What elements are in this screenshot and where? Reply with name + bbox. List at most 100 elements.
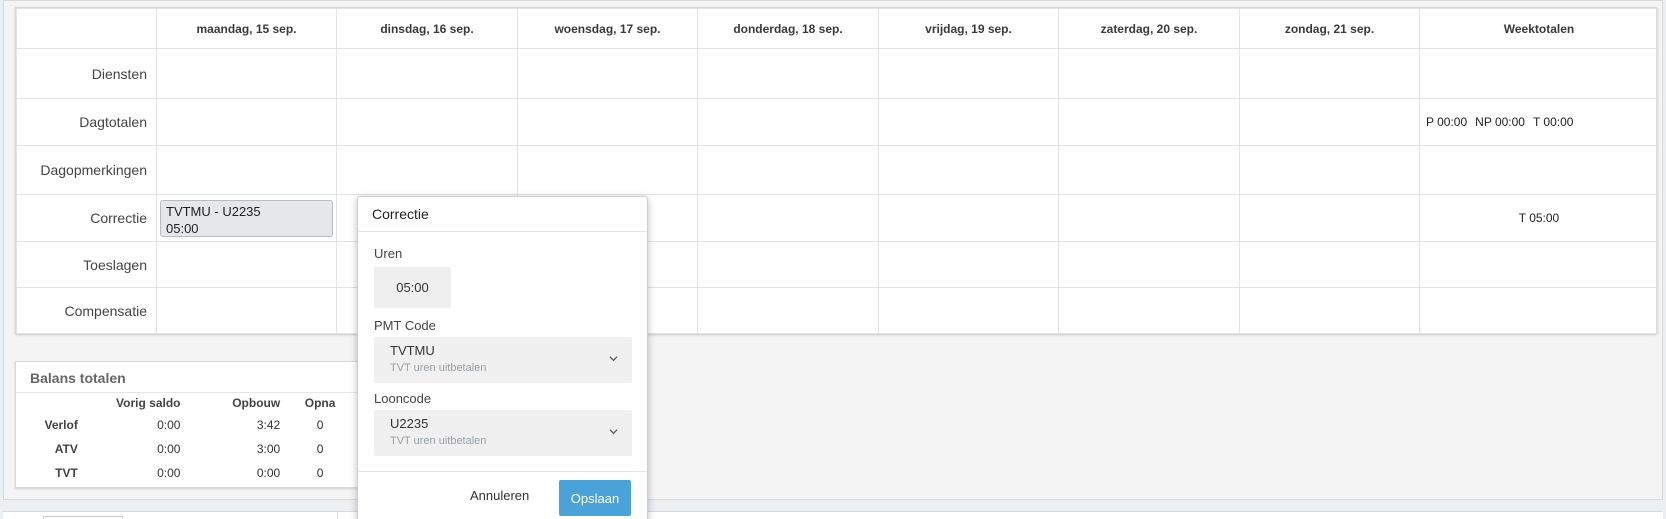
looncode-description: TVT uren uitbetalen bbox=[390, 435, 487, 447]
balance-row: Verlof 0:00 3:42 0 bbox=[16, 413, 360, 437]
bottom-panel-strip bbox=[3, 511, 1663, 519]
row-dagtotalen: Dagtotalen P 00:00 NP 00:00 T 00:00 bbox=[16, 98, 1659, 146]
save-button[interactable]: Opslaan bbox=[559, 480, 631, 516]
cell-correctie-thu[interactable] bbox=[697, 194, 879, 242]
correctie-week-total: T 05:00 bbox=[1419, 194, 1659, 242]
balance-corner bbox=[16, 393, 78, 413]
day-header-tue: dinsdag, 16 sep. bbox=[336, 8, 518, 49]
balance-title: Balans totalen bbox=[16, 362, 360, 393]
cell-dagtotalen-sun bbox=[1239, 98, 1420, 146]
popup-footer: Annuleren Opslaan bbox=[358, 471, 647, 519]
day-header-thu: donderdag, 18 sep. bbox=[697, 8, 879, 49]
row-label-dagopmerkingen: Dagopmerkingen bbox=[16, 145, 157, 195]
cell-dagtotalen-fri bbox=[878, 98, 1059, 146]
balance-vorig: 0:00 bbox=[157, 466, 181, 480]
cell-comp-week bbox=[1419, 287, 1659, 334]
balance-row-label: Verlof bbox=[44, 418, 78, 432]
balance-opname: 0 bbox=[316, 466, 324, 480]
bottom-divider bbox=[337, 512, 338, 519]
cell-diensten-sun[interactable] bbox=[1239, 48, 1420, 99]
balance-row-label: ATV bbox=[54, 442, 78, 456]
day-header-fri: vrijdag, 19 sep. bbox=[878, 8, 1059, 49]
day-header-wed: woensdag, 17 sep. bbox=[517, 8, 698, 49]
balance-opname: 0 bbox=[316, 418, 324, 432]
cell-correctie-fri[interactable] bbox=[878, 194, 1059, 242]
cell-comp-sun[interactable] bbox=[1239, 287, 1420, 334]
row-diensten: Diensten bbox=[16, 48, 1659, 99]
cell-diensten-fri[interactable] bbox=[878, 48, 1059, 99]
popup-title: Correctie bbox=[358, 197, 647, 232]
cell-comp-thu[interactable] bbox=[697, 287, 879, 334]
cancel-button[interactable]: Annuleren bbox=[470, 488, 529, 503]
row-label-diensten: Diensten bbox=[16, 48, 157, 99]
balance-opname: 0 bbox=[316, 442, 324, 456]
correction-popup: Correctie Uren 05:00 PMT Code TVTMU TVT … bbox=[357, 196, 648, 519]
looncode-value: U2235 bbox=[390, 416, 429, 431]
dagtotalen-week-totals: P 00:00 NP 00:00 T 00:00 bbox=[1419, 98, 1659, 146]
corner-cell bbox=[16, 8, 157, 49]
chevron-down-icon bbox=[609, 356, 618, 362]
balance-vorig: 0:00 bbox=[157, 418, 181, 432]
page-card: maandag, 15 sep. dinsdag, 16 sep. woensd… bbox=[3, 0, 1663, 500]
cell-dagtotalen-sat bbox=[1058, 98, 1240, 146]
row-label-toeslagen: Toeslagen bbox=[16, 241, 157, 288]
cell-toes-week bbox=[1419, 241, 1659, 288]
cell-correctie-sun[interactable] bbox=[1239, 194, 1420, 242]
cell-toes-sun[interactable] bbox=[1239, 241, 1420, 288]
cell-correctie-sat[interactable] bbox=[1058, 194, 1240, 242]
cell-comp-sat[interactable] bbox=[1058, 287, 1240, 334]
cell-toes-fri[interactable] bbox=[878, 241, 1059, 288]
correction-card[interactable]: TVTMU - U2235 05:00 bbox=[160, 199, 333, 237]
pmt-code-select[interactable]: TVTMU TVT uren uitbetalen bbox=[374, 337, 632, 383]
hours-label: Uren bbox=[374, 246, 403, 261]
balance-vorig: 0:00 bbox=[157, 442, 181, 456]
cell-dagopm-fri[interactable] bbox=[878, 145, 1059, 195]
cell-toes-thu[interactable] bbox=[697, 241, 879, 288]
cell-dagopm-tue[interactable] bbox=[336, 145, 518, 195]
balance-opbouw: 0:00 bbox=[256, 466, 281, 480]
looncode-label: Looncode bbox=[374, 391, 432, 406]
day-header-mon: maandag, 15 sep. bbox=[156, 8, 337, 49]
hours-input[interactable]: 05:00 bbox=[374, 267, 451, 308]
balance-totals-panel: Balans totalen Vorig saldo Opbouw Opna V… bbox=[15, 361, 361, 488]
week-total-p: P 00:00 bbox=[1426, 115, 1468, 129]
cell-diensten-wed[interactable] bbox=[517, 48, 698, 99]
cell-dagopm-week bbox=[1419, 145, 1659, 195]
cell-diensten-thu[interactable] bbox=[697, 48, 879, 99]
correction-card-hours: 05:00 bbox=[166, 220, 199, 236]
row-toeslagen: Toeslagen bbox=[16, 241, 1659, 288]
balance-opbouw: 3:00 bbox=[256, 442, 281, 456]
balance-row: TVT 0:00 0:00 0 bbox=[16, 461, 360, 485]
week-total-t: T 00:00 bbox=[1532, 115, 1574, 129]
cell-diensten-week bbox=[1419, 48, 1659, 99]
row-dagopmerkingen: Dagopmerkingen bbox=[16, 145, 1659, 195]
cell-comp-fri[interactable] bbox=[878, 287, 1059, 334]
cell-dagtotalen-wed bbox=[517, 98, 698, 146]
cell-dagopm-mon[interactable] bbox=[156, 145, 337, 195]
col-vorig-saldo: Vorig saldo bbox=[116, 396, 181, 410]
cell-dagtotalen-thu bbox=[697, 98, 879, 146]
row-label-dagtotalen: Dagtotalen bbox=[16, 98, 157, 146]
chevron-down-icon bbox=[609, 429, 618, 435]
pmt-code-value: TVTMU bbox=[390, 343, 435, 358]
cell-dagopm-wed[interactable] bbox=[517, 145, 698, 195]
week-totals-header: Weektotalen bbox=[1419, 8, 1659, 49]
pmt-code-description: TVT uren uitbetalen bbox=[390, 362, 487, 374]
cell-toes-mon[interactable] bbox=[156, 241, 337, 288]
row-label-compensatie: Compensatie bbox=[16, 287, 157, 334]
looncode-select[interactable]: U2235 TVT uren uitbetalen bbox=[374, 410, 632, 456]
week-schedule: maandag, 15 sep. dinsdag, 16 sep. woensd… bbox=[15, 7, 1659, 334]
cell-diensten-sat[interactable] bbox=[1058, 48, 1240, 99]
day-header-sun: zondag, 21 sep. bbox=[1239, 8, 1420, 49]
row-correctie: Correctie TVTMU - U2235 05:00 T 05:00 bbox=[16, 194, 1659, 242]
cell-comp-mon[interactable] bbox=[156, 287, 337, 334]
cell-toes-sat[interactable] bbox=[1058, 241, 1240, 288]
cell-correctie-mon[interactable]: TVTMU - U2235 05:00 bbox=[156, 194, 337, 242]
balance-opbouw: 3:42 bbox=[256, 418, 281, 432]
cell-diensten-tue[interactable] bbox=[336, 48, 518, 99]
cell-dagopm-thu[interactable] bbox=[697, 145, 879, 195]
cell-dagtotalen-mon bbox=[156, 98, 337, 146]
cell-dagopm-sat[interactable] bbox=[1058, 145, 1240, 195]
cell-dagopm-sun[interactable] bbox=[1239, 145, 1420, 195]
cell-diensten-mon[interactable] bbox=[156, 48, 337, 99]
